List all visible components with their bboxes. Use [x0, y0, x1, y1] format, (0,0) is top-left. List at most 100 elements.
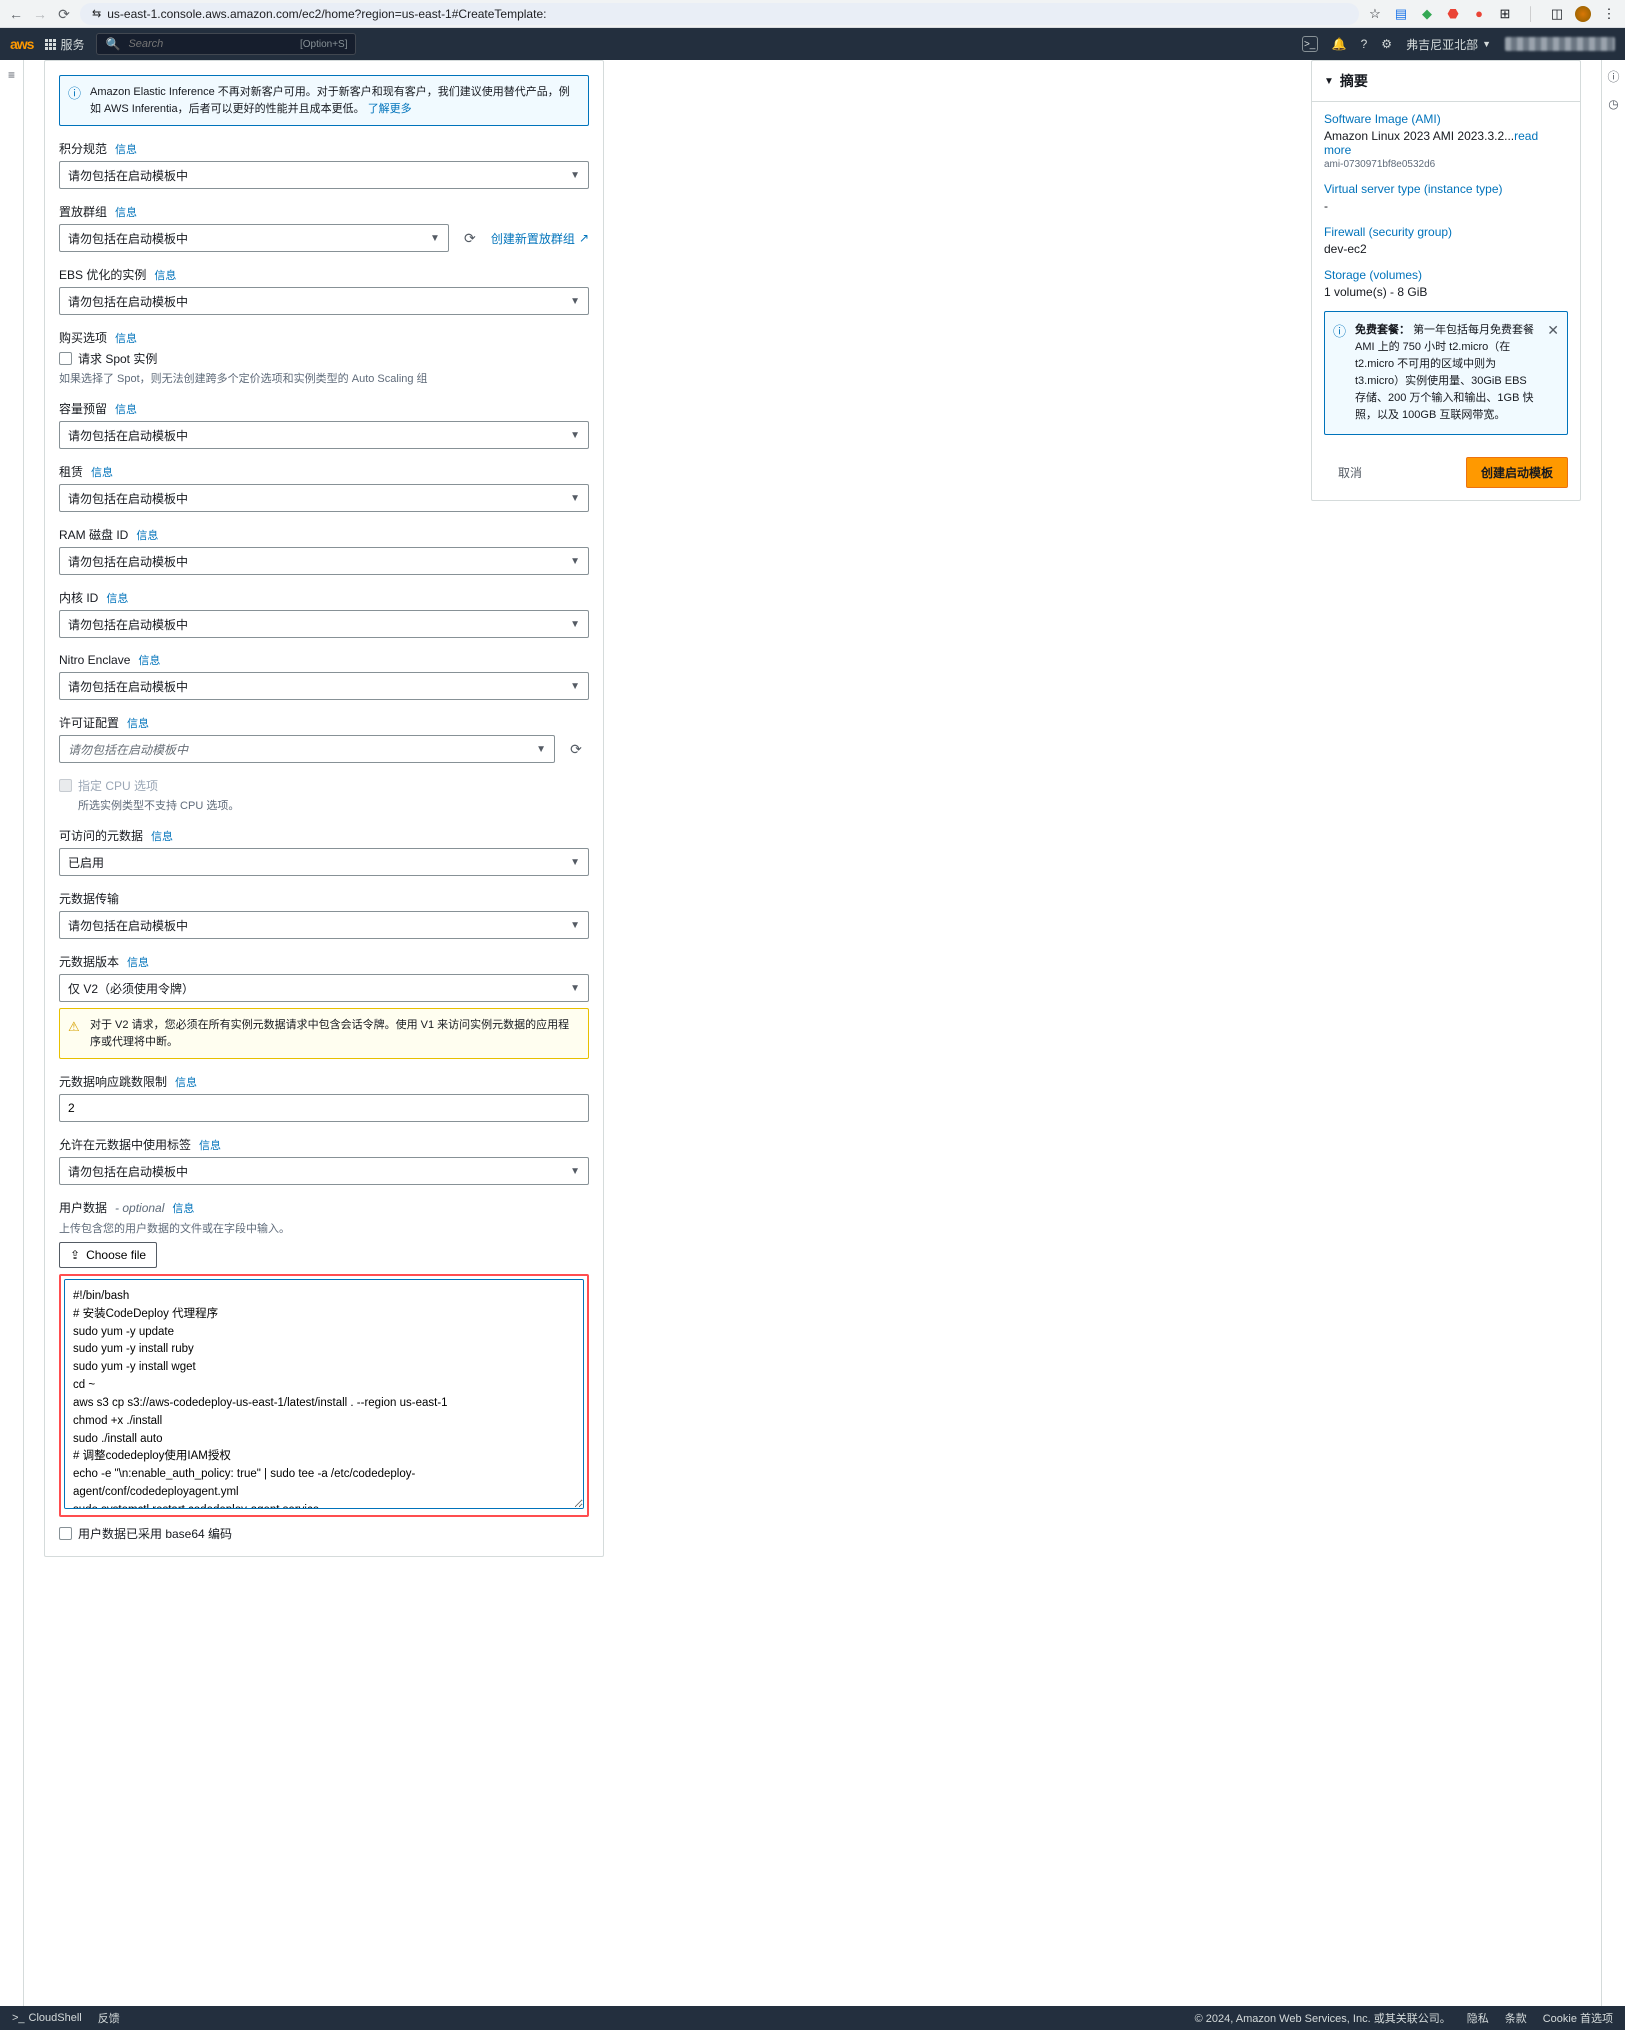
create-placement-group-link[interactable]: 创建新置放群组 ↗ — [491, 230, 589, 247]
region-selector[interactable]: 弗吉尼亚北部 ▼ — [1406, 36, 1491, 53]
bell-icon[interactable]: 🔔 — [1332, 37, 1347, 51]
info-link[interactable]: 信息 — [127, 715, 149, 731]
info-panel-icon[interactable]: ⓘ — [1607, 68, 1619, 85]
cpu-checkbox-label: 指定 CPU 选项 — [78, 777, 158, 794]
address-bar[interactable]: ⇆ us-east-1.console.aws.amazon.com/ec2/h… — [80, 3, 1359, 25]
summary-sg-title[interactable]: Firewall (security group) — [1324, 225, 1568, 239]
placement-group-label: 置放群组 — [59, 203, 107, 220]
info-link[interactable]: 信息 — [115, 204, 137, 220]
credit-spec-label: 积分规范 — [59, 140, 107, 157]
info-link[interactable]: 信息 — [115, 330, 137, 346]
nav-search-input[interactable] — [126, 37, 294, 51]
cancel-button[interactable]: 取消 — [1324, 458, 1376, 487]
base64-checkbox-row[interactable]: 用户数据已采用 base64 编码 — [59, 1525, 589, 1542]
spot-checkbox-row[interactable]: 请求 Spot 实例 — [59, 350, 589, 367]
checkbox-icon[interactable] — [59, 1527, 72, 1540]
panel-icon[interactable]: ◫ — [1549, 6, 1565, 22]
upload-icon: ⇪ — [70, 1248, 80, 1262]
choose-file-button[interactable]: ⇪ Choose file — [59, 1242, 157, 1268]
metadata-tags-select[interactable]: 请勿包括在启动模板中 ▼ — [59, 1157, 589, 1185]
spot-help-text: 如果选择了 Spot，则无法创建跨多个定价选项和实例类型的 Auto Scali… — [59, 370, 589, 386]
help-icon[interactable]: ? — [1361, 37, 1368, 51]
ext-icon-1[interactable]: ◆ — [1419, 6, 1435, 22]
info-link[interactable]: 信息 — [172, 1200, 194, 1216]
nitro-select[interactable]: 请勿包括在启动模板中 ▼ — [59, 672, 589, 700]
cloudshell-nav-icon[interactable]: >_ — [1302, 36, 1318, 52]
kebab-icon[interactable]: ⋮ — [1601, 6, 1617, 22]
info-link[interactable]: 信息 — [91, 464, 113, 480]
ext-icon-2[interactable]: ⬣ — [1445, 6, 1461, 22]
metadata-transport-select[interactable]: 请勿包括在启动模板中 ▼ — [59, 911, 589, 939]
spot-checkbox-label: 请求 Spot 实例 — [78, 350, 157, 367]
extensions-icon[interactable]: ⊞ — [1497, 6, 1513, 22]
settings-icon[interactable]: ⚙ — [1381, 37, 1392, 51]
hamburger-icon[interactable]: ≡ — [8, 68, 15, 82]
copyright-text: © 2024, Amazon Web Services, Inc. 或其关联公司… — [1195, 2010, 1451, 2026]
info-link[interactable]: 信息 — [151, 828, 173, 844]
refresh-button[interactable]: ⟳ — [563, 736, 589, 762]
ext-icon-3[interactable]: ● — [1471, 6, 1487, 22]
info-link[interactable]: 信息 — [106, 590, 128, 606]
checkbox-icon[interactable] — [59, 352, 72, 365]
terms-link[interactable]: 条款 — [1505, 2010, 1527, 2026]
tenancy-select[interactable]: 请勿包括在启动模板中 ▼ — [59, 484, 589, 512]
placement-group-select[interactable]: 请勿包括在启动模板中 ▼ — [59, 224, 449, 252]
license-select[interactable]: 请勿包括在启动模板中 ▼ — [59, 735, 555, 763]
external-link-icon: ↗ — [579, 231, 589, 245]
feedback-link[interactable]: 反馈 — [98, 2010, 120, 2026]
chevron-down-icon: ▼ — [570, 619, 580, 630]
info-link[interactable]: 信息 — [175, 1074, 197, 1090]
notice-learn-more-link[interactable]: 了解更多 — [368, 103, 412, 115]
info-link[interactable]: 信息 — [136, 527, 158, 543]
profile-avatar-icon[interactable] — [1575, 6, 1591, 22]
info-link[interactable]: 信息 — [138, 652, 160, 668]
summary-ami-title[interactable]: Software Image (AMI) — [1324, 112, 1568, 126]
info-link[interactable]: 信息 — [115, 141, 137, 157]
clock-icon[interactable]: ◷ — [1608, 97, 1618, 111]
site-info-icon[interactable]: ⇆ — [92, 7, 101, 20]
select-value: 请勿包括在启动模板中 — [68, 293, 188, 310]
create-template-button[interactable]: 创建启动模板 — [1466, 457, 1568, 488]
summary-header[interactable]: ▼ 摘要 — [1312, 61, 1580, 102]
nav-search[interactable]: 🔍 [Option+S] — [96, 33, 356, 55]
refresh-button[interactable]: ⟳ — [457, 225, 483, 251]
kernel-select[interactable]: 请勿包括在启动模板中 ▼ — [59, 610, 589, 638]
account-menu[interactable] — [1505, 37, 1615, 51]
info-link[interactable]: 信息 — [127, 954, 149, 970]
cookie-link[interactable]: Cookie 首选项 — [1543, 2010, 1613, 2026]
translate-icon[interactable]: ▤ — [1393, 6, 1409, 22]
tenancy-label: 租赁 — [59, 463, 83, 480]
back-icon[interactable]: ← — [8, 7, 24, 21]
info-link[interactable]: 信息 — [154, 267, 176, 283]
ebs-optimized-select[interactable]: 请勿包括在启动模板中 ▼ — [59, 287, 589, 315]
metadata-version-select[interactable]: 仅 V2（必须使用令牌） ▼ — [59, 974, 589, 1002]
metadata-access-select[interactable]: 已启用 ▼ — [59, 848, 589, 876]
aws-logo[interactable]: aws — [10, 36, 33, 52]
credit-spec-select[interactable]: 请勿包括在启动模板中 ▼ — [59, 161, 589, 189]
ramdisk-label: RAM 磁盘 ID — [59, 526, 128, 543]
capacity-select[interactable]: 请勿包括在启动模板中 ▼ — [59, 421, 589, 449]
summary-instance-title[interactable]: Virtual server type (instance type) — [1324, 182, 1568, 196]
close-icon[interactable]: ✕ — [1547, 320, 1559, 342]
browser-chrome: ← → ⟳ ⇆ us-east-1.console.aws.amazon.com… — [0, 0, 1625, 28]
star-icon[interactable]: ☆ — [1367, 6, 1383, 22]
info-link[interactable]: 信息 — [115, 401, 137, 417]
chevron-down-icon: ▼ — [570, 430, 580, 441]
privacy-link[interactable]: 隐私 — [1467, 2010, 1489, 2026]
forward-icon[interactable]: → — [32, 7, 48, 21]
summary-ami: Software Image (AMI) Amazon Linux 2023 A… — [1324, 112, 1568, 170]
cloudshell-label: CloudShell — [29, 2012, 82, 2024]
ramdisk-select[interactable]: 请勿包括在启动模板中 ▼ — [59, 547, 589, 575]
info-link[interactable]: 信息 — [199, 1137, 221, 1153]
grid-icon — [45, 39, 56, 50]
free-tier-text: 第一年包括每月免费套餐 AMI 上的 750 小时 t2.micro（在 t2.… — [1355, 324, 1534, 421]
reload-icon[interactable]: ⟳ — [56, 7, 72, 21]
metadata-hops-input[interactable] — [59, 1094, 589, 1122]
summary-storage-title[interactable]: Storage (volumes) — [1324, 268, 1568, 282]
services-menu[interactable]: 服务 — [45, 36, 84, 53]
free-tier-notice: ✕ 免费套餐： 第一年包括每月免费套餐 AMI 上的 750 小时 t2.mic… — [1324, 311, 1568, 435]
field-metadata-access: 可访问的元数据 信息 已启用 ▼ — [59, 827, 589, 876]
main-panel: Amazon Elastic Inference 不再对新客户可用。对于新客户和… — [44, 60, 604, 1557]
cloudshell-button[interactable]: >_ CloudShell — [12, 2012, 82, 2024]
user-data-textarea[interactable] — [64, 1279, 584, 1509]
